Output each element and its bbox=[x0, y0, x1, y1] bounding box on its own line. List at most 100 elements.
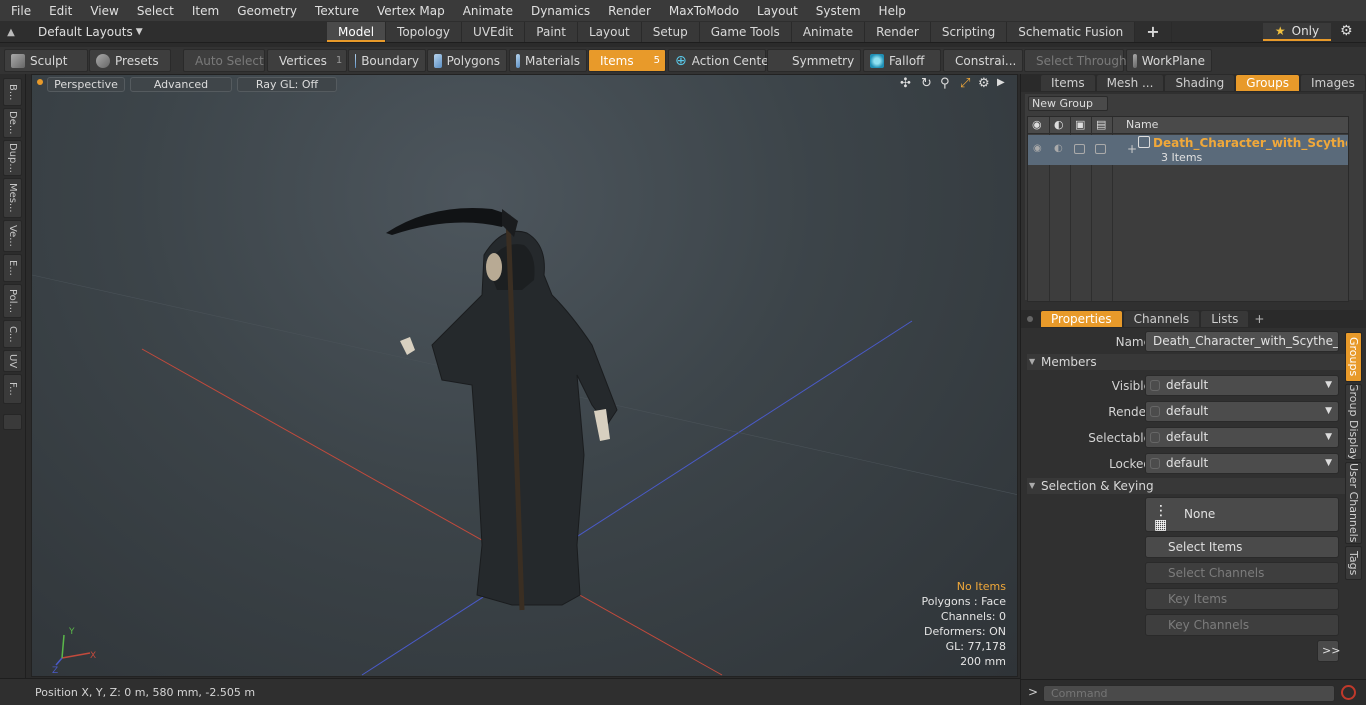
menu-geometry[interactable]: Geometry bbox=[226, 4, 304, 18]
move-view-icon[interactable]: ✣ bbox=[900, 76, 911, 91]
tab-uvedit[interactable]: UVEdit bbox=[462, 22, 526, 42]
expand-plus-icon[interactable]: + bbox=[1127, 142, 1137, 156]
key-channels-button[interactable]: Key Channels bbox=[1145, 614, 1339, 636]
auto-select-button[interactable]: Auto Select bbox=[183, 49, 265, 72]
collapse-icon[interactable]: ▲ bbox=[0, 27, 22, 38]
tab-mesh[interactable]: Mesh ... bbox=[1096, 75, 1164, 91]
polygons-button[interactable]: Polygons bbox=[427, 49, 507, 72]
boundary-button[interactable]: Boundary bbox=[348, 49, 426, 72]
menu-animate[interactable]: Animate bbox=[452, 4, 520, 18]
advanced-button[interactable]: Advanced bbox=[130, 77, 232, 92]
only-toggle[interactable]: ★ Only bbox=[1263, 23, 1331, 41]
menu-system[interactable]: System bbox=[805, 4, 868, 18]
row-lock-checkbox[interactable] bbox=[1095, 144, 1106, 154]
menu-dynamics[interactable]: Dynamics bbox=[520, 4, 597, 18]
select-items-button[interactable]: Select Items bbox=[1145, 536, 1339, 558]
symmetry-button[interactable]: Symmetry bbox=[767, 49, 861, 72]
select-channels-button[interactable]: Select Channels bbox=[1145, 562, 1339, 584]
tab-images[interactable]: Images bbox=[1300, 75, 1365, 91]
presets-button[interactable]: Presets bbox=[89, 49, 171, 72]
tab-topology[interactable]: Topology bbox=[386, 22, 463, 42]
action-center-button[interactable]: ⊕ Action Center bbox=[668, 49, 774, 72]
tab-game-tools[interactable]: Game Tools bbox=[699, 22, 792, 42]
group-row[interactable]: ◉ ◐ + Death_Character_with_Scythe_... 3 … bbox=[1028, 135, 1348, 165]
tab-shading[interactable]: Shading bbox=[1165, 75, 1235, 91]
lock-cube-icon[interactable]: ▤ bbox=[1096, 118, 1106, 131]
gear-icon[interactable]: ⚙ bbox=[1340, 23, 1353, 39]
left-tab-pol[interactable]: Pol... bbox=[3, 284, 22, 318]
menu-vertex-map[interactable]: Vertex Map bbox=[366, 4, 452, 18]
name-column-header[interactable]: Name bbox=[1126, 118, 1158, 131]
side-tab-groups[interactable]: Groups bbox=[1345, 332, 1362, 382]
more-button[interactable]: >> bbox=[1317, 640, 1340, 662]
menu-edit[interactable]: Edit bbox=[38, 4, 79, 18]
left-tab-dup[interactable]: Dup... bbox=[3, 140, 22, 176]
perspective-button[interactable]: Perspective bbox=[47, 77, 125, 92]
render-dropdown[interactable]: default ▼ bbox=[1145, 401, 1339, 422]
rotate-view-icon[interactable]: ↻ bbox=[921, 76, 932, 91]
sculpt-button[interactable]: Sculpt bbox=[4, 49, 88, 72]
tab-paint[interactable]: Paint bbox=[525, 22, 578, 42]
side-tab-group-display[interactable]: Group Display bbox=[1345, 384, 1362, 460]
left-tab-b[interactable]: B... bbox=[3, 78, 22, 106]
select-cube-icon[interactable]: ▣ bbox=[1075, 118, 1085, 131]
selection-keying-section[interactable]: ▼ Selection & Keying bbox=[1027, 478, 1357, 494]
row-render-icon[interactable]: ◐ bbox=[1054, 143, 1063, 154]
name-field[interactable]: Death_Character_with_Scythe_Set (5 bbox=[1145, 331, 1339, 352]
layout-selector[interactable]: ▲ Default Layouts ▼ bbox=[0, 21, 143, 43]
zoom-view-icon[interactable]: ⚲ bbox=[940, 76, 950, 91]
menu-help[interactable]: Help bbox=[868, 4, 913, 18]
selectable-dropdown[interactable]: default ▼ bbox=[1145, 427, 1339, 448]
side-tab-tags[interactable]: Tags bbox=[1345, 546, 1362, 580]
visible-dropdown[interactable]: default ▼ bbox=[1145, 375, 1339, 396]
side-tab-user-channels[interactable]: User Channels bbox=[1345, 462, 1362, 544]
menu-render[interactable]: Render bbox=[597, 4, 658, 18]
falloff-button[interactable]: Falloff bbox=[863, 49, 941, 72]
materials-button[interactable]: Materials bbox=[509, 49, 587, 72]
tab-scripting[interactable]: Scripting bbox=[930, 22, 1008, 42]
viewport-dot-icon[interactable] bbox=[37, 79, 43, 85]
workplane-button[interactable]: WorkPlane bbox=[1126, 49, 1212, 72]
tab-layout[interactable]: Layout bbox=[577, 22, 642, 42]
select-through-button[interactable]: Select Through bbox=[1024, 49, 1127, 72]
left-tab-ve[interactable]: Ve... bbox=[3, 220, 22, 252]
tab-animate[interactable]: Animate bbox=[791, 22, 866, 42]
render-icon[interactable]: ◐ bbox=[1054, 118, 1064, 131]
constraints-button[interactable]: Constrai... bbox=[943, 49, 1023, 72]
none-button[interactable]: ⋮ ▦ None bbox=[1145, 497, 1339, 532]
vertices-button[interactable]: Vertices 1 bbox=[267, 49, 347, 72]
fit-view-icon[interactable]: ⤢ bbox=[960, 76, 970, 91]
menu-file[interactable]: File bbox=[0, 4, 38, 18]
left-tab-mes[interactable]: Mes... bbox=[3, 178, 22, 218]
left-tab-e[interactable]: E... bbox=[3, 254, 22, 282]
tab-render[interactable]: Render bbox=[865, 22, 931, 42]
tab-items[interactable]: Items bbox=[1041, 75, 1095, 91]
add-tab-icon[interactable]: + bbox=[1135, 22, 1172, 42]
row-eye-icon[interactable]: ◉ bbox=[1033, 143, 1042, 154]
tab-groups[interactable]: Groups bbox=[1236, 75, 1299, 91]
viewport-menu-arrow-icon[interactable]: ▶ bbox=[997, 77, 1005, 88]
menu-view[interactable]: View bbox=[79, 4, 125, 18]
members-section[interactable]: ▼ Members bbox=[1027, 354, 1357, 370]
menu-texture[interactable]: Texture bbox=[304, 4, 366, 18]
left-tab-f[interactable]: F... bbox=[3, 374, 22, 404]
left-tab-de[interactable]: De... bbox=[3, 108, 22, 138]
record-icon[interactable] bbox=[1341, 685, 1356, 700]
items-button[interactable]: Items 5 bbox=[588, 49, 666, 72]
viewport-gear-icon[interactable]: ⚙ bbox=[978, 76, 990, 91]
left-tab-uv[interactable]: UV bbox=[3, 350, 22, 372]
menu-maxtomodo[interactable]: MaxToModo bbox=[658, 4, 746, 18]
locked-dropdown[interactable]: default ▼ bbox=[1145, 453, 1339, 474]
left-tab-extra[interactable] bbox=[3, 414, 22, 430]
visibility-eye-icon[interactable]: ◉ bbox=[1032, 118, 1042, 131]
menu-select[interactable]: Select bbox=[126, 4, 181, 18]
tab-model[interactable]: Model bbox=[327, 22, 387, 42]
new-group-button[interactable]: New Group bbox=[1028, 96, 1108, 111]
tab-setup[interactable]: Setup bbox=[641, 22, 700, 42]
key-items-button[interactable]: Key Items bbox=[1145, 588, 1339, 610]
menu-layout[interactable]: Layout bbox=[746, 4, 805, 18]
row-select-checkbox[interactable] bbox=[1074, 144, 1085, 154]
tab-schematic-fusion[interactable]: Schematic Fusion bbox=[1007, 22, 1136, 42]
3d-viewport[interactable]: X Y Z Perspective Advanced Ray GL: Off ✣… bbox=[31, 74, 1018, 677]
command-input[interactable] bbox=[1043, 685, 1335, 702]
